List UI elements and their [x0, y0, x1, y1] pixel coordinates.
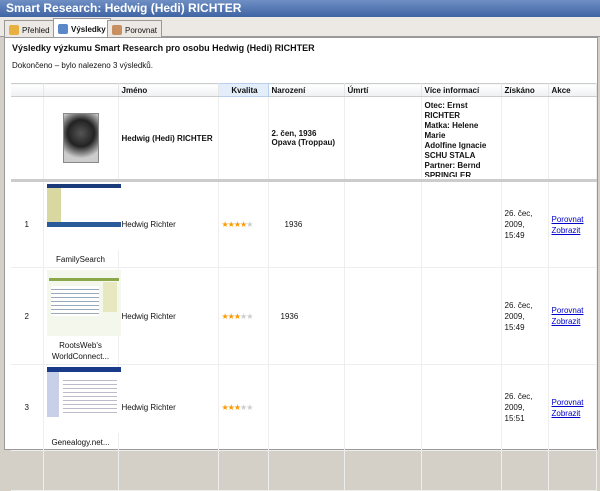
tab-label: Výsledky	[71, 24, 106, 34]
col-name[interactable]: Jméno	[118, 83, 219, 97]
col-more-info[interactable]: Více informací	[421, 83, 502, 97]
compare-link[interactable]: Porovnat	[552, 305, 593, 316]
obtained-time: 2009, 15:49	[504, 220, 525, 240]
more-info-line: Partner: Bernd	[424, 161, 481, 170]
person-row: Hedwig (Hedi) RICHTER 2. čen, 1936 Opava …	[11, 96, 597, 182]
col-quality[interactable]: Kvalita	[217, 83, 269, 97]
overview-icon	[9, 25, 19, 35]
source-name: Genealogy.net...	[51, 438, 110, 447]
star-icon: ★	[246, 220, 253, 229]
source-name: FamilySearch	[56, 255, 105, 264]
col-number[interactable]	[11, 83, 44, 97]
source-name: RootsWeb's WorldConnect...	[51, 341, 110, 361]
tab-compare[interactable]: Porovnat	[107, 20, 163, 37]
row-number: 3	[11, 364, 44, 451]
empty-row	[11, 450, 597, 491]
person-photo	[62, 113, 99, 163]
table-row[interactable]: 2 RootsWeb's WorldConnect... Hedwig Rich…	[11, 267, 597, 365]
results-table: Jméno Kvalita Narození Úmrtí Více inform…	[11, 83, 597, 491]
tab-label: Porovnat	[125, 25, 158, 35]
obtained-date: 26. čec,	[504, 392, 533, 401]
obtained-date: 26. čec,	[504, 300, 533, 310]
source-thumbnail[interactable]	[46, 184, 121, 250]
person-name: Hedwig (Hedi) RICHTER	[118, 96, 219, 182]
result-birth: 1936	[268, 180, 345, 268]
result-name: Hedwig Richter	[118, 180, 219, 268]
more-info-line: SCHU STALA	[424, 151, 476, 160]
compare-icon	[112, 25, 122, 35]
row-number: 1	[11, 180, 44, 268]
source-thumbnail[interactable]	[46, 270, 121, 336]
table-row[interactable]: 3 Genealogy.net... Hedwig Richter ★★★★★ …	[11, 364, 597, 451]
source-thumbnail[interactable]	[46, 367, 121, 433]
result-name: Hedwig Richter	[118, 267, 219, 365]
col-birth[interactable]: Narození	[268, 83, 345, 97]
star-icon: ★	[246, 311, 253, 321]
more-info-line: Matka: Helene Marie	[424, 121, 479, 140]
col-death[interactable]: Úmrtí	[344, 83, 422, 97]
more-info-line: Otec: Ernst RICHTER	[424, 101, 468, 120]
tab-results[interactable]: Výsledky	[53, 18, 111, 37]
star-icon: ★	[246, 403, 253, 412]
obtained-time: 2009, 15:49	[504, 311, 525, 332]
view-link[interactable]: Zobrazit	[552, 408, 593, 419]
view-link[interactable]: Zobrazit	[552, 225, 593, 236]
result-birth: 1936	[268, 267, 345, 365]
tab-overview[interactable]: Přehled	[4, 20, 55, 37]
row-number: 2	[11, 267, 44, 365]
page-title: Výsledky výzkumu Smart Research pro osob…	[12, 43, 315, 53]
col-actions[interactable]: Akce	[548, 83, 597, 97]
results-icon	[58, 24, 68, 34]
result-name: Hedwig Richter	[118, 364, 219, 451]
death	[344, 96, 422, 182]
col-source[interactable]	[43, 83, 119, 97]
table-row[interactable]: 1 FamilySearch Hedwig Richter ★★★★★ 1936…	[11, 180, 597, 268]
more-info-line: SPRINGLER	[424, 171, 472, 177]
quality-rating: ★★★★★	[222, 403, 254, 412]
compare-link[interactable]: Porovnat	[552, 397, 593, 408]
view-link[interactable]: Zobrazit	[552, 316, 593, 327]
result-birth	[268, 364, 345, 451]
more-info-line: Adolfine Ignacie	[424, 141, 487, 150]
status-text: Dokončeno – bylo nalezeno 3 výsledků.	[12, 61, 153, 70]
window-title: Smart Research: Hedwig (Hedi) RICHTER	[0, 0, 600, 17]
tab-bar: Přehled Výsledky Porovnat	[0, 17, 600, 37]
compare-link[interactable]: Porovnat	[552, 214, 593, 225]
birth-place: Opava (Troppau)	[271, 138, 336, 147]
birth-date: 2. čen, 1936	[271, 129, 317, 138]
results-panel: Výsledky výzkumu Smart Research pro osob…	[4, 37, 598, 491]
quality-rating: ★★★★★	[222, 220, 254, 229]
obtained-date: 26. čec,	[504, 209, 533, 218]
quality-rating: ★★★★★	[222, 311, 254, 321]
tab-label: Přehled	[22, 25, 50, 35]
col-obtained[interactable]: Získáno	[501, 83, 549, 97]
obtained-time: 2009, 15:51	[504, 403, 525, 423]
